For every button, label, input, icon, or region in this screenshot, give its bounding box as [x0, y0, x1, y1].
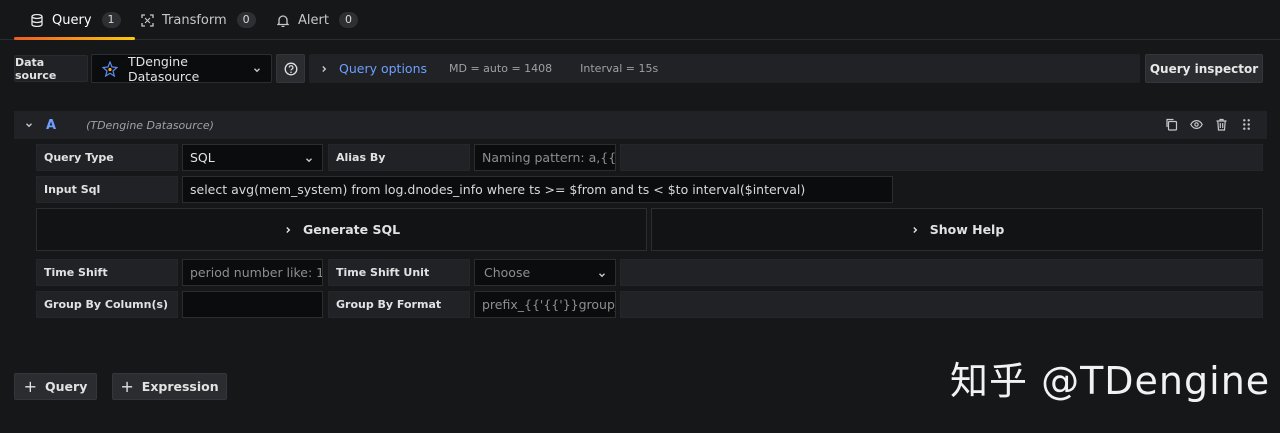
group-by-format-input[interactable]: prefix_{{'{{'}}group_field: [474, 291, 616, 318]
plus-icon: +: [120, 376, 134, 396]
chevron-right-icon: [283, 225, 293, 235]
tab-bar: Query 1 Transform 0 Alert 0: [0, 0, 1280, 40]
tab-transform[interactable]: Transform 0: [140, 0, 256, 40]
time-shift-input[interactable]: period number like: 1: [182, 259, 323, 286]
query-type-value: SQL: [190, 150, 215, 165]
datasource-label: Data source: [14, 55, 88, 82]
tdengine-logo-icon: [102, 60, 118, 77]
query-datasource-name: (TDengine Datasource): [86, 118, 214, 132]
time-shift-unit-select[interactable]: Choose: [474, 259, 616, 286]
add-expression-button[interactable]: + Expression: [112, 373, 227, 400]
transform-icon: [140, 13, 154, 27]
generate-sql-button[interactable]: Generate SQL: [36, 208, 647, 251]
tab-alert[interactable]: Alert 0: [276, 0, 358, 40]
query-options-title: Query options: [339, 61, 428, 76]
chevron-right-icon: [910, 225, 920, 235]
chevron-right-icon: [319, 64, 329, 74]
query-interval: Interval = 15s: [580, 62, 659, 75]
database-icon: [30, 13, 44, 27]
tab-transform-count: 0: [236, 12, 256, 28]
add-query-button[interactable]: + Query: [14, 373, 97, 400]
row-filler: [620, 291, 1263, 318]
group-by-column-label: Group By Column(s): [36, 291, 178, 318]
query-inspector-button[interactable]: Query inspector: [1145, 54, 1263, 83]
time-shift-unit-label: Time Shift Unit: [328, 259, 470, 286]
query-row-header: A (TDengine Datasource): [14, 111, 1267, 139]
input-sql-field[interactable]: select avg(mem_system) from log.dnodes_i…: [182, 176, 893, 203]
chevron-down-icon: [304, 153, 314, 168]
trash-icon[interactable]: [1215, 118, 1228, 131]
chevron-down-icon: [252, 63, 262, 78]
tab-alert-label: Alert: [298, 12, 329, 28]
duplicate-icon[interactable]: [1165, 118, 1178, 131]
input-sql-label: Input Sql: [36, 176, 178, 203]
tab-query[interactable]: Query 1: [14, 0, 134, 40]
time-shift-unit-value: Choose: [484, 265, 531, 280]
tab-query-label: Query: [52, 12, 92, 28]
query-type-label: Query Type: [36, 144, 178, 171]
datasource-help-button[interactable]: [276, 54, 305, 83]
question-circle-icon: [284, 62, 298, 76]
group-by-format-label: Group By Format: [328, 291, 470, 318]
tab-transform-label: Transform: [162, 12, 227, 28]
query-type-select[interactable]: SQL: [182, 144, 323, 171]
row-filler: [620, 144, 1263, 171]
datasource-selected: TDengine Datasource: [128, 53, 200, 84]
alias-by-label: Alias By: [328, 144, 470, 171]
row-filler: [620, 259, 1263, 286]
alias-by-input[interactable]: Naming pattern: a,{{'{{'}: [474, 144, 616, 171]
bell-icon: [276, 13, 290, 27]
generate-sql-label: Generate SQL: [302, 222, 401, 237]
chevron-down-icon: [597, 268, 607, 283]
time-shift-label: Time Shift: [36, 259, 178, 286]
group-by-column-input[interactable]: [182, 291, 323, 318]
eye-icon[interactable]: [1190, 118, 1203, 131]
watermark: 知乎 @TDengine: [950, 359, 1271, 403]
add-expression-label: Expression: [141, 379, 219, 394]
plus-icon: +: [23, 376, 38, 396]
max-data-points: MD = auto = 1408: [449, 62, 553, 75]
datasource-picker[interactable]: TDengine Datasource: [91, 53, 272, 84]
show-help-button[interactable]: Show Help: [651, 208, 1263, 251]
collapse-chevron-icon[interactable]: [24, 120, 36, 130]
tab-alert-count: 0: [338, 12, 358, 28]
show-help-label: Show Help: [929, 222, 1005, 237]
add-query-label: Query: [45, 379, 88, 394]
drag-handle-icon[interactable]: [1240, 118, 1253, 131]
tab-query-count: 1: [101, 12, 121, 28]
query-name[interactable]: A: [46, 118, 56, 133]
query-options-toggle[interactable]: Query options MD = auto = 1408 Interval …: [309, 54, 1140, 83]
